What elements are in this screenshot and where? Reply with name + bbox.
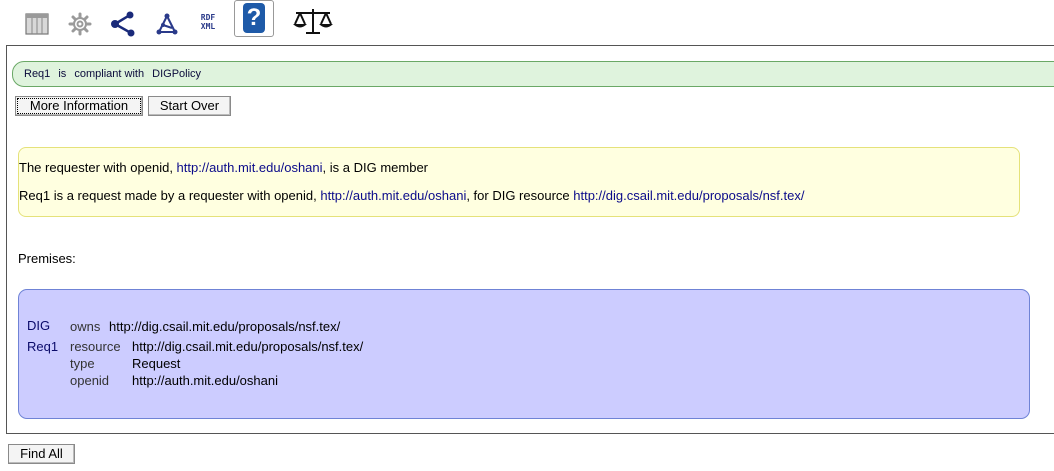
status-state: compliant with [74,68,145,80]
premise-predicate: resource [70,339,121,354]
premise-object[interactable]: http://dig.csail.mit.edu/proposals/nsf.t… [132,339,363,354]
justification-line-1: The requester with openid, http://auth.m… [19,160,428,175]
status-policy: DIGPolicy [152,68,202,80]
settings-gear-icon[interactable] [68,12,92,36]
premises-label: Premises: [18,251,76,266]
status-verb: is [58,68,67,80]
premise-predicate: owns [70,319,101,334]
openid-link[interactable]: http://auth.mit.edu/oshani [320,188,466,203]
rdf-xml-icon[interactable]: RDF XML [196,13,220,37]
justification-line-2: Req1 is a request made by a requester wi… [19,188,804,203]
more-information-button[interactable]: More Information [15,96,143,116]
compliance-status-bar: Req1 is compliant with DIGPolicy [12,61,1054,87]
table-view-icon[interactable] [25,13,49,35]
graph-share-icon[interactable] [110,11,136,37]
line2-middle: , for DIG resource [466,188,574,203]
justice-scales-icon[interactable] [292,7,334,35]
premise-object[interactable]: Request [132,356,180,371]
premise-predicate: type [70,356,95,371]
toolbar: RDF XML ? [0,0,1054,40]
line2-prefix: Req1 is a request made by a requester wi… [19,188,321,203]
resource-link[interactable]: http://dig.csail.mit.edu/proposals/nsf.t… [573,188,804,203]
premise-object[interactable]: http://auth.mit.edu/oshani [132,373,278,388]
start-over-button[interactable]: Start Over [148,96,231,116]
help-button[interactable]: ? [234,0,274,37]
status-subject: Req1 [24,68,51,80]
premise-object[interactable]: http://dig.csail.mit.edu/proposals/nsf.t… [109,319,340,334]
premises-box [18,289,1030,419]
premise-subject[interactable]: DIG [27,318,50,333]
justification-box [18,147,1020,217]
rdf-label: RDF [200,13,216,22]
openid-link[interactable]: http://auth.mit.edu/oshani [177,160,323,175]
premise-subject[interactable]: Req1 [27,339,58,354]
help-question-icon: ? [243,3,265,33]
xml-label: XML [200,22,216,31]
graph-alt-icon[interactable] [155,13,179,37]
premise-predicate: openid [70,373,110,388]
line1-suffix: , is a DIG member [322,160,428,175]
find-all-button[interactable]: Find All [8,444,75,464]
line1-prefix: The requester with openid, [19,160,177,175]
